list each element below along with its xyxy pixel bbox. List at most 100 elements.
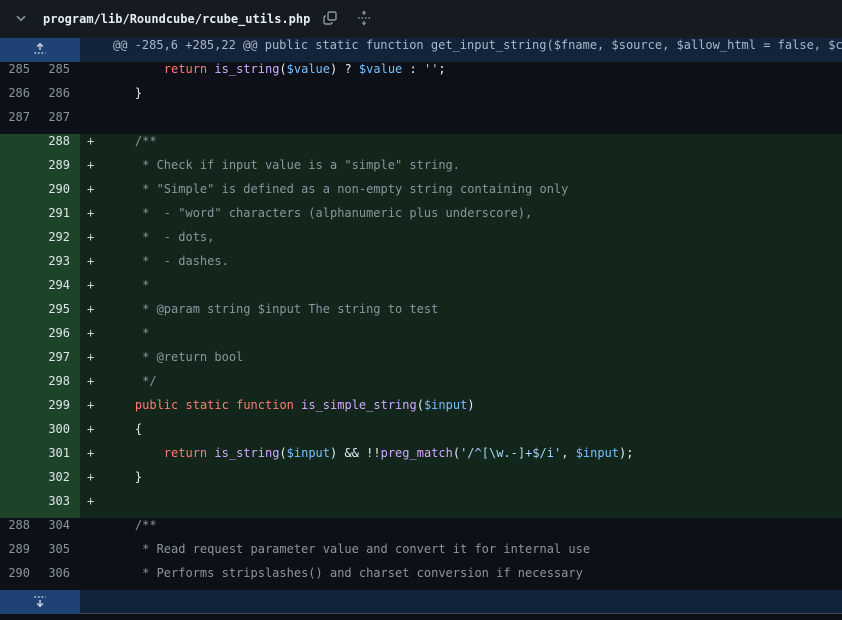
new-line-number[interactable]: 297 (40, 350, 80, 374)
old-line-number[interactable]: 289 (0, 542, 40, 566)
new-line-number[interactable]: 298 (40, 374, 80, 398)
diff-row-added: 291+ * - "word" characters (alphanumeric… (0, 206, 842, 230)
old-line-number[interactable]: 287 (0, 110, 40, 134)
old-line-number[interactable] (0, 326, 40, 350)
code-line: */ (96, 374, 842, 398)
old-line-number[interactable] (0, 398, 40, 422)
old-line-number[interactable]: 288 (0, 518, 40, 542)
new-line-number[interactable]: 304 (40, 518, 80, 542)
expand-row-filler (80, 590, 842, 614)
old-line-number[interactable] (0, 158, 40, 182)
copy-path-button[interactable] (320, 9, 340, 29)
diff-marker: + (80, 158, 96, 182)
old-line-number[interactable]: 290 (0, 566, 40, 590)
old-line-number[interactable] (0, 206, 40, 230)
code-line: public static function is_simple_string(… (96, 398, 842, 422)
new-line-number[interactable]: 287 (40, 110, 80, 134)
diff-row-added: 302+ } (0, 470, 842, 494)
unfold-vertical-icon (356, 10, 372, 29)
diff-marker (80, 86, 96, 110)
collapse-file-button[interactable] (11, 9, 31, 29)
code-line: * Check if input value is a "simple" str… (96, 158, 842, 182)
code-line: } (96, 86, 842, 110)
diff-row-added: 301+ return is_string($input) && !!preg_… (0, 446, 842, 470)
new-line-number[interactable]: 295 (40, 302, 80, 326)
new-line-number[interactable]: 285 (40, 62, 80, 86)
old-line-number[interactable] (0, 182, 40, 206)
code-line: * @param string $input The string to tes… (96, 302, 842, 326)
old-line-number[interactable] (0, 374, 40, 398)
new-line-number[interactable]: 303 (40, 494, 80, 518)
code-line: * (96, 278, 842, 302)
diff-row-added: 298+ */ (0, 374, 842, 398)
diff-marker (80, 110, 96, 134)
diff-row-added: 288+ /** (0, 134, 842, 158)
diff-marker: + (80, 302, 96, 326)
diff-marker: + (80, 350, 96, 374)
diff-marker (80, 566, 96, 590)
old-line-number[interactable] (0, 254, 40, 278)
code-line (96, 494, 842, 518)
new-line-number[interactable]: 296 (40, 326, 80, 350)
code-line: * (96, 326, 842, 350)
diff-marker (80, 62, 96, 86)
hunk-header-text: @@ -285,6 +285,22 @@ public static funct… (80, 38, 842, 62)
new-line-number[interactable]: 294 (40, 278, 80, 302)
new-line-number[interactable]: 290 (40, 182, 80, 206)
new-line-number[interactable]: 289 (40, 158, 80, 182)
old-line-number[interactable] (0, 302, 40, 326)
new-line-number[interactable]: 292 (40, 230, 80, 254)
new-line-number[interactable]: 299 (40, 398, 80, 422)
diff-row-added: 300+ { (0, 422, 842, 446)
diff-marker: + (80, 398, 96, 422)
old-line-number[interactable] (0, 494, 40, 518)
diff-marker: + (80, 470, 96, 494)
old-line-number[interactable] (0, 470, 40, 494)
diff-row-context: 290306 * Performs stripslashes() and cha… (0, 566, 842, 590)
expand-up-button[interactable] (0, 38, 80, 62)
file-path[interactable]: program/lib/Roundcube/rcube_utils.php (43, 12, 310, 26)
code-line: * Read request parameter value and conve… (96, 542, 842, 566)
new-line-number[interactable]: 288 (40, 134, 80, 158)
code-line (96, 110, 842, 134)
new-line-number[interactable]: 300 (40, 422, 80, 446)
old-line-number[interactable] (0, 446, 40, 470)
chevron-down-icon (13, 10, 29, 29)
code-line: return is_string($value) ? $value : ''; (96, 62, 842, 86)
old-line-number[interactable] (0, 134, 40, 158)
expand-down-row (0, 590, 842, 614)
old-line-number[interactable] (0, 350, 40, 374)
code-line: * Performs stripslashes() and charset co… (96, 566, 842, 590)
diff-row-added: 299+ public static function is_simple_st… (0, 398, 842, 422)
new-line-number[interactable]: 286 (40, 86, 80, 110)
diff-marker (80, 518, 96, 542)
expand-up-icon (32, 41, 48, 60)
diff-marker: + (80, 374, 96, 398)
diff-marker: + (80, 206, 96, 230)
new-line-number[interactable]: 291 (40, 206, 80, 230)
code-line: * "Simple" is defined as a non-empty str… (96, 182, 842, 206)
new-line-number[interactable]: 305 (40, 542, 80, 566)
expand-down-button[interactable] (0, 590, 80, 614)
expand-all-button[interactable] (354, 9, 374, 29)
diff-marker: + (80, 422, 96, 446)
code-line: } (96, 470, 842, 494)
code-line: * @return bool (96, 350, 842, 374)
code-line: * - "word" characters (alphanumeric plus… (96, 206, 842, 230)
diff-marker: + (80, 134, 96, 158)
new-line-number[interactable]: 293 (40, 254, 80, 278)
diff-marker (80, 542, 96, 566)
diff-rows: 285285 return is_string($value) ? $value… (0, 62, 842, 590)
code-line: { (96, 422, 842, 446)
new-line-number[interactable]: 301 (40, 446, 80, 470)
old-line-number[interactable] (0, 278, 40, 302)
old-line-number[interactable]: 285 (0, 62, 40, 86)
diff-row-added: 297+ * @return bool (0, 350, 842, 374)
copy-icon (322, 10, 338, 29)
old-line-number[interactable]: 286 (0, 86, 40, 110)
new-line-number[interactable]: 302 (40, 470, 80, 494)
old-line-number[interactable] (0, 230, 40, 254)
diff-row-added: 295+ * @param string $input The string t… (0, 302, 842, 326)
new-line-number[interactable]: 306 (40, 566, 80, 590)
old-line-number[interactable] (0, 422, 40, 446)
